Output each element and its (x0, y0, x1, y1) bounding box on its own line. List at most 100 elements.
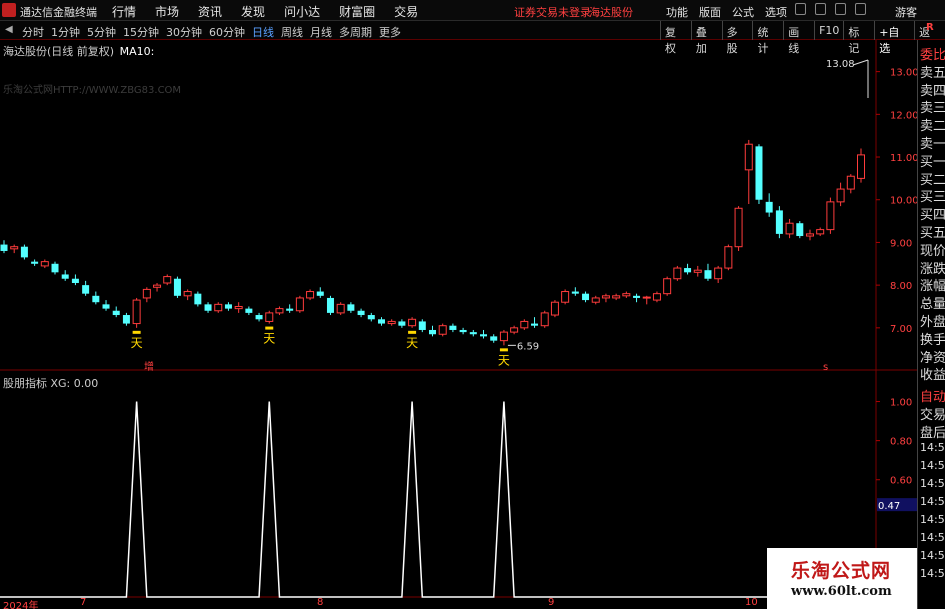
tab-daily[interactable]: 日线 (252, 24, 274, 40)
sub-chart-title: 股朋指标 XG: 0.00 (3, 377, 99, 390)
window-icon[interactable] (855, 3, 866, 15)
tab-15min[interactable]: 15分钟 (123, 24, 159, 40)
candle-body-75 (765, 201, 773, 213)
side-item-13[interactable]: 涨幅 (920, 275, 945, 294)
side-item-17[interactable]: 净资 (920, 347, 945, 366)
side-item-11[interactable]: 现价 (920, 240, 945, 259)
candle-body-51 (520, 320, 529, 329)
side-item-8[interactable]: 买三 (920, 186, 945, 205)
message-icon[interactable] (815, 3, 826, 15)
tab-60min[interactable]: 60分钟 (209, 24, 245, 40)
menu-item-market[interactable]: 行情 (112, 3, 136, 20)
candle-body-41 (418, 321, 426, 330)
trade-time-2: 14:56 (920, 477, 945, 490)
trade-time-7: 14:56 (920, 567, 945, 580)
trade-item-0[interactable]: 自动 (920, 386, 945, 405)
candle-body-44 (449, 325, 457, 330)
tab-5min[interactable]: 5分钟 (87, 24, 116, 40)
candle-body-5 (51, 263, 59, 273)
tool-mark[interactable]: 标记 (843, 21, 874, 55)
side-item-2[interactable]: 卖四 (920, 80, 945, 99)
candle-body-4 (40, 261, 49, 267)
side-item-16[interactable]: 换手 (920, 329, 945, 348)
candle-body-72 (734, 207, 743, 248)
sub-tick-label-3: 1.00 (890, 398, 912, 409)
tab-1min[interactable]: 1分钟 (51, 24, 80, 40)
tab-weekly[interactable]: 周线 (281, 24, 303, 40)
candle-body-54 (550, 301, 559, 316)
candle-body-15 (153, 284, 162, 288)
tab-monthly[interactable]: 月线 (310, 24, 332, 40)
candle-body-69 (704, 270, 712, 279)
ma-indicator-label[interactable]: MA10: (120, 45, 155, 58)
side-item-7[interactable]: 买二 (920, 169, 945, 188)
period-toolbar: ◀ 分时 1分钟 5分钟 15分钟 30分钟 60分钟 日线 周线 月线 多周期… (0, 21, 945, 55)
side-item-18[interactable]: 收益 (920, 364, 945, 383)
candle-body-64 (652, 293, 661, 301)
menu-item-market-list[interactable]: 市场 (155, 3, 179, 20)
candle-body-3 (31, 261, 39, 264)
candle-body-73 (744, 143, 753, 171)
menu-item-trade[interactable]: 交易 (394, 3, 418, 20)
menu-item-discover[interactable]: 发现 (241, 3, 265, 20)
price-tick-label-2: 9.00 (890, 238, 912, 249)
tool-multi-stock[interactable]: 多股 (721, 21, 753, 55)
trade-item-1[interactable]: 交易 (920, 404, 945, 423)
chart-area[interactable]: 7.00 8.00 9.00 10.00 11.00 12.00 13.00 天天天天 6.59… (0, 40, 945, 609)
side-item-12[interactable]: 涨跌 (920, 258, 945, 277)
menu-item-wealth[interactable]: 财富圈 (339, 3, 375, 20)
tab-intraday[interactable]: 分时 (22, 24, 44, 40)
menu-item-options[interactable]: 选项 (765, 4, 787, 20)
r-badge[interactable]: R (926, 22, 934, 33)
side-item-3[interactable]: 卖三 (920, 97, 945, 116)
tool-adjust[interactable]: 复权 (660, 21, 691, 55)
candle-body-17 (173, 278, 181, 296)
candle-body-36 (367, 315, 375, 320)
candle-body-80 (816, 229, 825, 235)
back-arrow-icon[interactable]: ◀ (5, 24, 13, 35)
low-price-readout: 6.59 (517, 341, 539, 352)
candle-body-59 (601, 295, 610, 299)
menu-item-formula[interactable]: 公式 (732, 4, 754, 20)
side-item-0[interactable]: 委比 (920, 44, 945, 63)
candle-body-56 (571, 291, 579, 294)
menu-item-news[interactable]: 资讯 (198, 3, 222, 20)
candle-body-46 (469, 332, 477, 335)
price-tick-label-3: 10.00 (890, 196, 917, 207)
marker-s: s (823, 362, 828, 373)
candle-body-77 (785, 222, 794, 235)
tab-multi-period[interactable]: 多周期 (339, 24, 372, 40)
side-item-15[interactable]: 外盘 (920, 311, 945, 330)
tab-more[interactable]: 更多 (379, 24, 401, 40)
candle-body-47 (480, 334, 488, 337)
tab-30min[interactable]: 30分钟 (166, 24, 202, 40)
kline-chart[interactable]: 7.008.009.0010.0011.0012.0013.00天天天天6.59… (0, 40, 917, 609)
side-item-10[interactable]: 买五 (920, 222, 945, 241)
side-item-1[interactable]: 卖五 (920, 62, 945, 81)
menu-item-function[interactable]: 功能 (666, 4, 688, 20)
tool-overlay[interactable]: 叠加 (690, 21, 722, 55)
candle-body-35 (357, 310, 365, 316)
menu-item-ask[interactable]: 问小达 (284, 3, 320, 20)
side-item-5[interactable]: 卖一 (920, 133, 945, 152)
menu-item-layout[interactable]: 版面 (699, 4, 721, 20)
candle-body-61 (622, 293, 631, 297)
trade-item-2[interactable]: 盘后 (920, 422, 945, 441)
tool-draw-line[interactable]: 画线 (783, 21, 814, 55)
quote-side-panel: R 委比 卖五 卖四 卖三 卖二 卖一 买一 买二 买三 买四 买五 现价 涨跌 涨幅 总量 外盘 换手 净资 收益… (917, 22, 945, 609)
side-item-6[interactable]: 买一 (920, 151, 945, 170)
side-item-14[interactable]: 总量 (920, 293, 945, 312)
tool-f10[interactable]: F10 (814, 21, 843, 40)
side-item-4[interactable]: 卖二 (920, 115, 945, 134)
tool-statistics[interactable]: 统计 (752, 21, 783, 55)
tool-add-watchlist[interactable]: +自选 (874, 21, 914, 55)
trade-time-0: 14:56 (920, 441, 945, 454)
user-icon[interactable] (795, 3, 806, 15)
candle-body-32 (326, 297, 334, 313)
minimize-icon[interactable] (835, 3, 846, 15)
guest-login[interactable]: 游客 (895, 4, 917, 20)
side-item-9[interactable]: 买四 (920, 204, 945, 223)
main-chart-info: 海达股份(日线 前复权) MA10: (3, 43, 154, 59)
window-icons (795, 3, 866, 15)
trade-login-warning[interactable]: 证券交易未登录 (514, 4, 591, 20)
